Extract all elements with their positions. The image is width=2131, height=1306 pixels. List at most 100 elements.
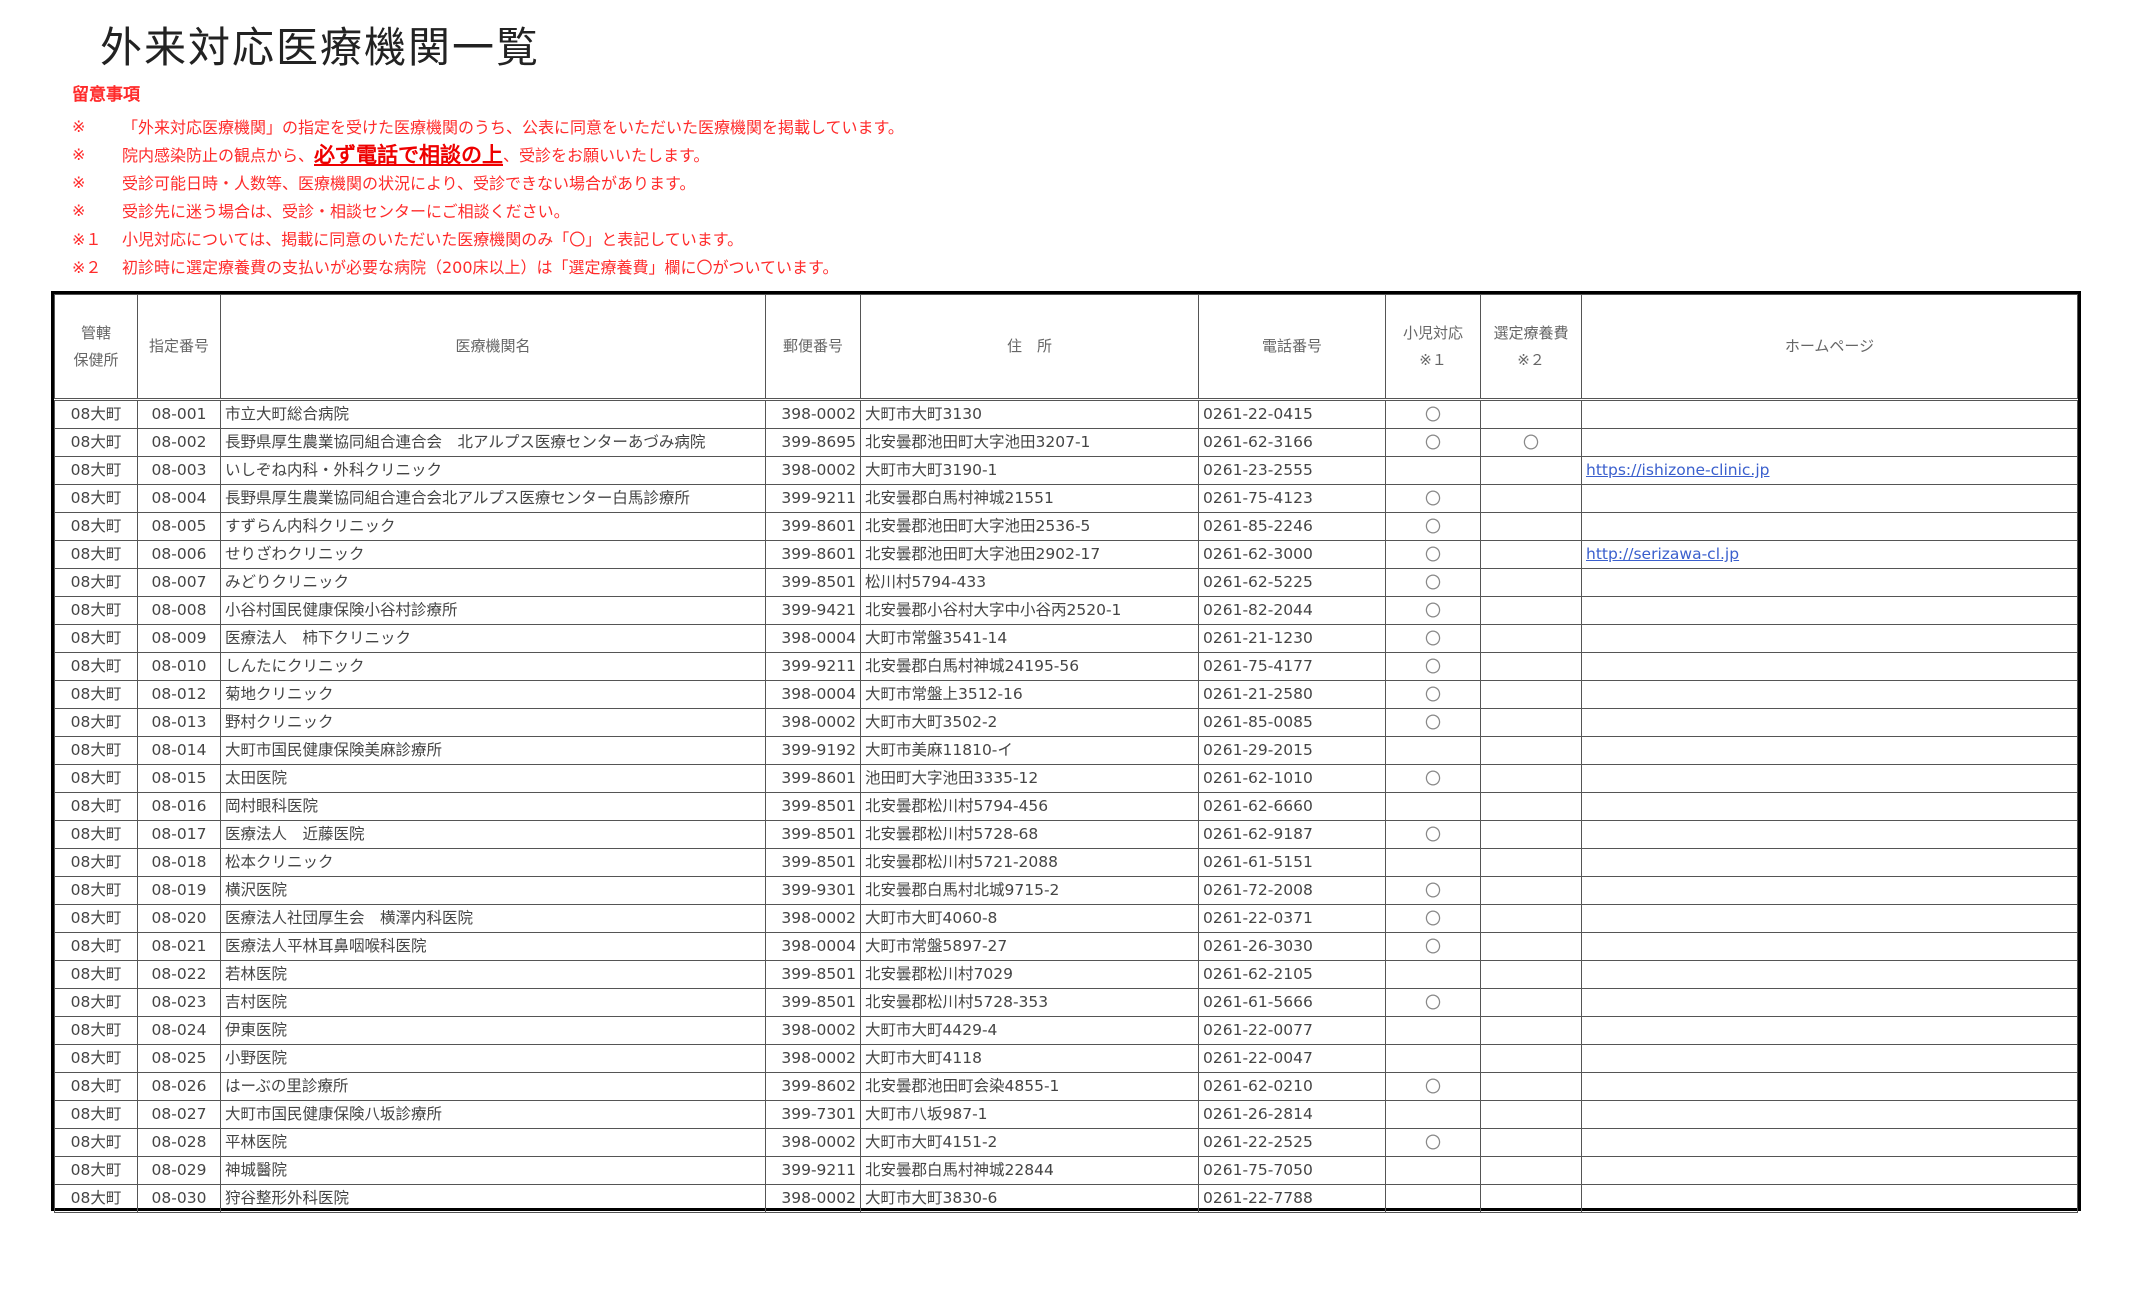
cell-fee — [1480, 568, 1582, 597]
cell-fee: 〇 — [1480, 428, 1582, 457]
cell-address: 大町市大町3502-2 — [860, 708, 1199, 737]
cell-id: 08-027 — [137, 1100, 221, 1129]
table-row: 08大町 08-021 医療法人平林耳鼻咽喉科医院 398-0004 大町市常盤5897… — [54, 932, 2078, 961]
cell-name: 伊東医院 — [220, 1016, 766, 1045]
cell-phone: 0261-22-0077 — [1198, 1016, 1386, 1045]
cell-phone: 0261-82-2044 — [1198, 596, 1386, 625]
cell-address: 大町市大町4151-2 — [860, 1128, 1199, 1157]
cell-name: 岡村眼科医院 — [220, 792, 766, 821]
cell-fee — [1480, 764, 1582, 793]
cell-id: 08-021 — [137, 932, 221, 961]
cell-office: 08大町 — [54, 1044, 138, 1073]
cell-name: いしぞね内科・外科クリニック — [220, 456, 766, 485]
cell-homepage — [1581, 652, 2078, 681]
cell-address: 松川村5794-433 — [860, 568, 1199, 597]
table-row: 08大町 08-002 長野県厚生農業協同組合連合会 北アルプス医療センターあづみ病… — [54, 428, 2078, 457]
cell-fee — [1480, 1156, 1582, 1185]
cell-homepage — [1581, 1184, 2078, 1213]
cell-homepage — [1581, 932, 2078, 961]
cell-address: 北安曇郡小谷村大字中小谷丙2520-1 — [860, 596, 1199, 625]
cell-name: 医療法人 近藤医院 — [220, 820, 766, 849]
cell-name: 医療法人社団厚生会 横澤内科医院 — [220, 904, 766, 933]
cell-fee — [1480, 1100, 1582, 1129]
table-row: 08大町 08-005 すずらん内科クリニック 399-8601 北安曇郡池田町大字池田… — [54, 512, 2078, 541]
cell-fee — [1480, 596, 1582, 625]
cell-homepage[interactable]: https://ishizone-clinic.jp — [1581, 456, 2078, 485]
cell-child: 〇 — [1385, 876, 1481, 905]
cell-id: 08-025 — [137, 1044, 221, 1073]
table-row: 08大町 08-004 長野県厚生農業協同組合連合会北アルプス医療センター白馬診療所… — [54, 484, 2078, 513]
cell-id: 08-030 — [137, 1184, 221, 1213]
cell-office: 08大町 — [54, 932, 138, 961]
cell-phone: 0261-75-7050 — [1198, 1156, 1386, 1185]
cell-name: 神城醫院 — [220, 1156, 766, 1185]
cell-zip: 399-9211 — [765, 484, 861, 513]
cell-homepage — [1581, 708, 2078, 737]
note-text: 受診可能日時・人数等、医療機関の状況により、受診できない場合があります。 — [122, 174, 696, 193]
note-text: 「外来対応医療機関」の指定を受けた医療機関のうち、公表に同意をいただいた医療機関… — [122, 118, 904, 137]
notes-section: 留意事項 ※ 「外来対応医療機関」の指定を受けた医療機関のうち、公表に同意をいた… — [72, 82, 904, 280]
note-mark: ※ — [72, 116, 86, 136]
cell-id: 08-015 — [137, 764, 221, 793]
cell-fee — [1480, 624, 1582, 653]
cell-zip: 399-9421 — [765, 596, 861, 625]
cell-id: 08-013 — [137, 708, 221, 737]
cell-homepage — [1581, 1100, 2078, 1129]
clinic-table: 管轄 保健所 指定番号 医療機関名 郵便番号 住 所 電話番号 小児対応 ※１ 選定… — [54, 294, 2078, 1213]
cell-name: はーぶの里診療所 — [220, 1072, 766, 1101]
cell-office: 08大町 — [54, 1128, 138, 1157]
cell-office: 08大町 — [54, 680, 138, 709]
cell-fee — [1480, 1128, 1582, 1157]
cell-office: 08大町 — [54, 1156, 138, 1185]
note-text: 小児対応については、掲載に同意のいただいた医療機関のみ「〇」と表記しています。 — [122, 230, 744, 249]
cell-office: 08大町 — [54, 456, 138, 485]
note-item: ※ 受診可能日時・人数等、医療機関の状況により、受診できない場合があります。 — [72, 168, 904, 196]
cell-address: 北安曇郡白馬村神城24195-56 — [860, 652, 1199, 681]
cell-address: 北安曇郡松川村5721-2088 — [860, 848, 1199, 877]
cell-phone: 0261-23-2555 — [1198, 456, 1386, 485]
cell-address: 北安曇郡池田町会染4855-1 — [860, 1072, 1199, 1101]
cell-child — [1385, 1184, 1481, 1213]
cell-zip: 399-8501 — [765, 848, 861, 877]
cell-homepage — [1581, 1072, 2078, 1101]
cell-address: 北安曇郡池田町大字池田2902-17 — [860, 540, 1199, 569]
header-fee: 選定療養費 ※２ — [1480, 294, 1582, 401]
cell-id: 08-019 — [137, 876, 221, 905]
cell-zip: 399-9211 — [765, 1156, 861, 1185]
cell-phone: 0261-21-2580 — [1198, 680, 1386, 709]
cell-office: 08大町 — [54, 428, 138, 457]
cell-office: 08大町 — [54, 876, 138, 905]
cell-id: 08-026 — [137, 1072, 221, 1101]
cell-address: 大町市大町4118 — [860, 1044, 1199, 1073]
cell-phone: 0261-62-2105 — [1198, 960, 1386, 989]
cell-homepage[interactable]: http://serizawa-cl.jp — [1581, 540, 2078, 569]
cell-homepage — [1581, 596, 2078, 625]
cell-child: 〇 — [1385, 820, 1481, 849]
cell-homepage — [1581, 904, 2078, 933]
cell-office: 08大町 — [54, 792, 138, 821]
note-emphasis: 必ず電話で相談の上 — [314, 143, 504, 167]
cell-name: 長野県厚生農業協同組合連合会 北アルプス医療センターあづみ病院 — [220, 428, 766, 457]
note-mark: ※ — [72, 200, 86, 220]
cell-office: 08大町 — [54, 764, 138, 793]
cell-fee — [1480, 540, 1582, 569]
cell-name: 長野県厚生農業協同組合連合会北アルプス医療センター白馬診療所 — [220, 484, 766, 513]
header-name: 医療機関名 — [220, 294, 766, 401]
table-row: 08大町 08-015 太田医院 399-8601 池田町大字池田3335-12 0261… — [54, 764, 2078, 793]
table-row: 08大町 08-023 吉村医院 399-8501 北安曇郡松川村5728-353 026… — [54, 988, 2078, 1017]
cell-phone: 0261-61-5151 — [1198, 848, 1386, 877]
note-item: ※２ 初診時に選定療養費の支払いが必要な病院（200床以上）は「選定療養費」欄に… — [72, 252, 904, 280]
cell-id: 08-006 — [137, 540, 221, 569]
cell-id: 08-007 — [137, 568, 221, 597]
cell-zip: 399-8501 — [765, 792, 861, 821]
cell-office: 08大町 — [54, 1072, 138, 1101]
cell-address: 池田町大字池田3335-12 — [860, 764, 1199, 793]
cell-name: すずらん内科クリニック — [220, 512, 766, 541]
cell-phone: 0261-22-0415 — [1198, 399, 1386, 429]
cell-office: 08大町 — [54, 848, 138, 877]
cell-id: 08-009 — [137, 624, 221, 653]
table-row: 08大町 08-027 大町市国民健康保険八坂診療所 399-7301 大町市八坂987… — [54, 1100, 2078, 1129]
table-body: 08大町 08-001 市立大町総合病院 398-0002 大町市大町3130 0261-… — [54, 399, 2078, 1213]
cell-child — [1385, 1156, 1481, 1185]
cell-zip: 399-9301 — [765, 876, 861, 905]
